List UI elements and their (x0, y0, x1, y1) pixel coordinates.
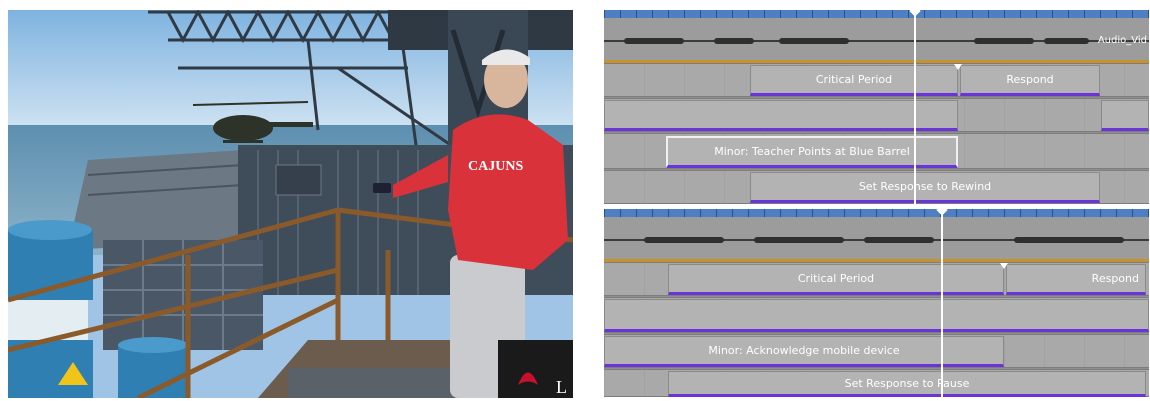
time-ruler[interactable] (604, 209, 1149, 217)
clip-critical-period[interactable]: Critical Period (750, 65, 958, 96)
marker-icon (954, 64, 962, 70)
clip-critical-period[interactable]: Critical Period (668, 264, 1004, 295)
audio-track-label: Audio_Vid (1097, 35, 1147, 46)
lane-4: Set Response to Pause (604, 369, 1149, 397)
lane-4: Set Response to Rewind (604, 170, 1149, 204)
timeline-panel-bottom: Critical Period Respond Minor: Acknowled… (604, 209, 1149, 397)
audio-track[interactable] (604, 217, 1149, 262)
playhead[interactable] (936, 209, 948, 397)
lane-2 (604, 297, 1149, 333)
clip-unlabeled-1[interactable] (604, 100, 958, 131)
lane-2 (604, 98, 1149, 132)
marker-icon (1000, 263, 1008, 269)
audio-track[interactable]: Audio_Vid (604, 18, 1149, 63)
svg-text:CAJUNS: CAJUNS (468, 159, 523, 174)
scene-illustration: CAJUNS (8, 10, 573, 398)
clip-minor-event[interactable]: Minor: Acknowledge mobile device (604, 336, 1004, 367)
clip-respond[interactable]: Respond (960, 65, 1100, 96)
clip-unlabeled-1[interactable] (604, 299, 1149, 332)
clip-set-response[interactable]: Set Response to Pause (668, 371, 1146, 397)
lane-1: Critical Period Respond (604, 63, 1149, 97)
lane-3: Minor: Teacher Points at Blue Barrel (604, 133, 1149, 169)
clip-respond[interactable]: Respond (1006, 264, 1146, 295)
lane-3: Minor: Acknowledge mobile device (604, 334, 1149, 368)
vent (275, 164, 322, 196)
logo-text: L (556, 377, 567, 397)
clip-set-response[interactable]: Set Response to Rewind (750, 172, 1100, 203)
timeline-panel-top: Audio_Vid Critical Period Respond Minor:… (604, 10, 1149, 204)
vr-scene-viewport: CAJUNS L (8, 10, 573, 398)
lane-1: Critical Period Respond (604, 262, 1149, 296)
playhead[interactable] (909, 10, 921, 204)
time-ruler[interactable] (604, 10, 1149, 18)
platform-left (68, 150, 243, 250)
clip-unlabeled-2[interactable] (1101, 100, 1149, 131)
